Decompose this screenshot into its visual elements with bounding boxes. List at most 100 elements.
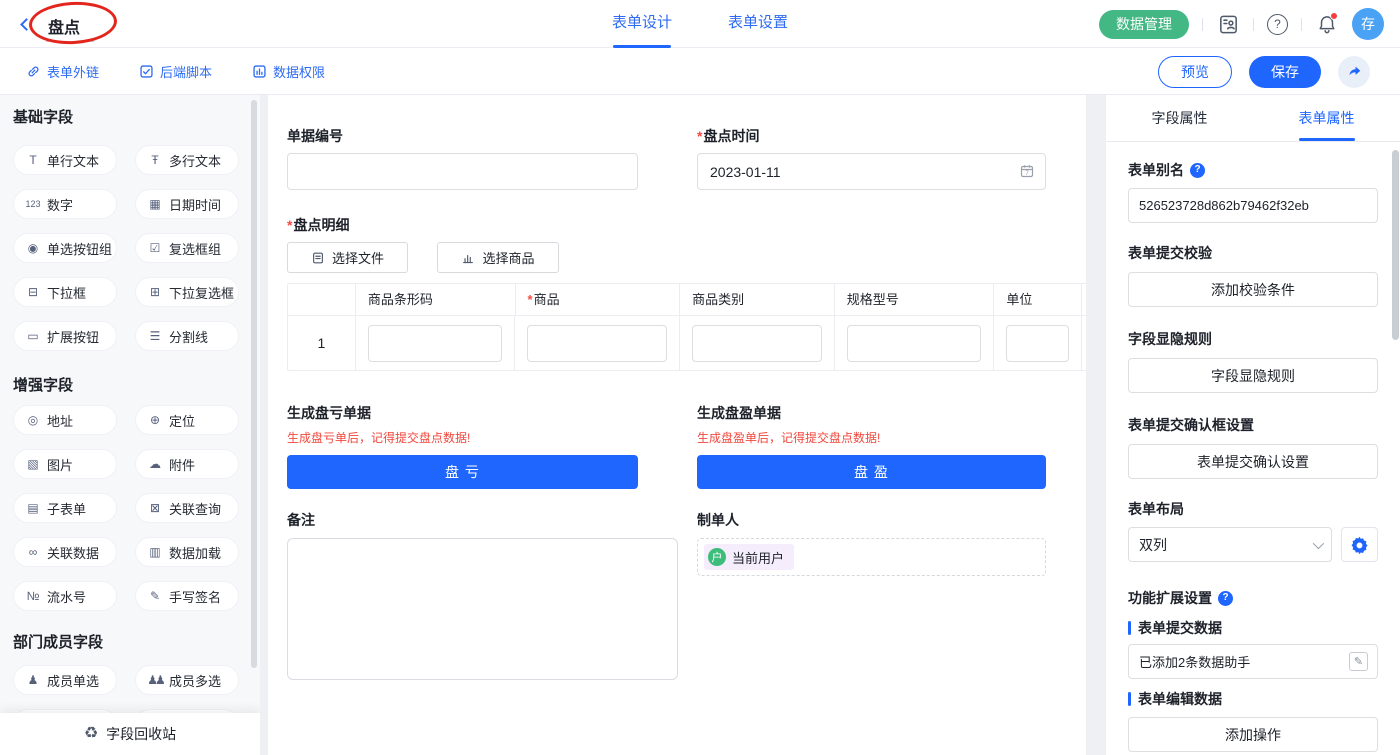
script-icon bbox=[139, 64, 154, 79]
section-accent-bar bbox=[1128, 621, 1131, 635]
data-load-icon: ▥ bbox=[147, 546, 163, 558]
field-doc-number[interactable]: 单据编号 bbox=[287, 126, 638, 190]
tab-form-design[interactable]: 表单设计 bbox=[612, 0, 672, 48]
data-permission-link[interactable]: 数据权限 bbox=[252, 62, 325, 81]
layout-settings-button[interactable] bbox=[1341, 527, 1378, 562]
tab-form-properties[interactable]: 表单属性 bbox=[1253, 95, 1400, 141]
field-sidebar: 基础字段 T单行文本 Ŧ多行文本 123数字 ▦日期时间 ◉单选按钮组 ☑复选框… bbox=[0, 95, 260, 755]
unit-input[interactable] bbox=[1006, 325, 1069, 362]
sidebar-scrollbar[interactable] bbox=[251, 100, 257, 668]
panel-scrollbar[interactable] bbox=[1392, 150, 1399, 340]
maker-label: 制单人 bbox=[697, 510, 1046, 530]
panel-body: 表单别名 表单提交校验 添加校验条件 字段显隐规则 字段显隐规则 表单提交确认框… bbox=[1106, 142, 1400, 752]
profit-button[interactable]: 盘 盈 bbox=[697, 455, 1046, 489]
current-user-tag: 户 当前用户 bbox=[704, 544, 794, 570]
loss-button[interactable]: 盘 亏 bbox=[287, 455, 638, 489]
edit-pencil-icon[interactable]: ✎ bbox=[1349, 652, 1368, 671]
row-number: 1 bbox=[288, 316, 356, 370]
form-external-link[interactable]: 表单外链 bbox=[26, 62, 99, 81]
data-manage-button[interactable]: 数据管理 bbox=[1099, 10, 1189, 39]
sidebar-item-lookup-query[interactable]: ⊠关联查询 bbox=[135, 493, 239, 523]
sidebar-item-select[interactable]: ⊟下拉框 bbox=[13, 277, 117, 307]
chevron-down-icon bbox=[1313, 537, 1324, 548]
profit-label: 生成盘盈单据 bbox=[697, 403, 1046, 423]
avatar[interactable]: 存 bbox=[1352, 8, 1384, 40]
sidebar-item-member-single[interactable]: ♟成员单选 bbox=[13, 665, 117, 695]
maker-value-box[interactable]: 户 当前用户 bbox=[697, 538, 1046, 576]
divider bbox=[1253, 18, 1254, 31]
notification-bell-icon[interactable] bbox=[1315, 12, 1339, 36]
add-validation-button[interactable]: 添加校验条件 bbox=[1128, 272, 1378, 307]
inventory-date-input[interactable] bbox=[697, 153, 1046, 190]
sidebar-item-radio-group[interactable]: ◉单选按钮组 bbox=[13, 233, 117, 263]
sidebar-item-multi-line-text[interactable]: Ŧ多行文本 bbox=[135, 145, 239, 175]
form-alias-input[interactable] bbox=[1128, 188, 1378, 223]
tab-form-settings[interactable]: 表单设置 bbox=[728, 0, 788, 48]
help-icon[interactable] bbox=[1218, 591, 1233, 606]
submit-data-box[interactable]: 已添加2条数据助手 ✎ bbox=[1128, 644, 1378, 679]
help-icon[interactable] bbox=[1267, 14, 1288, 35]
sidebar-item-attachment[interactable]: ☁附件 bbox=[135, 449, 239, 479]
field-recycle-bin[interactable]: ♻ 字段回收站 bbox=[0, 713, 260, 755]
form-alias-label: 表单别名 bbox=[1128, 160, 1378, 180]
help-icon[interactable] bbox=[1190, 163, 1205, 178]
calendar-icon: ▦ bbox=[147, 198, 163, 210]
sidebar-item-data-load[interactable]: ▥数据加载 bbox=[135, 537, 239, 567]
category-input[interactable] bbox=[692, 325, 822, 362]
radio-icon: ◉ bbox=[25, 242, 41, 254]
remark-textarea[interactable] bbox=[287, 538, 678, 680]
lookup-query-icon: ⊠ bbox=[147, 502, 163, 514]
col-header-product: *商品 bbox=[516, 284, 681, 315]
share-button[interactable] bbox=[1338, 56, 1370, 88]
sidebar-item-divider[interactable]: ☰分割线 bbox=[135, 321, 239, 351]
product-input[interactable] bbox=[527, 325, 667, 362]
properties-panel: 字段属性 表单属性 表单别名 表单提交校验 添加校验条件 字段显隐规则 字段显隐… bbox=[1106, 95, 1400, 755]
sidebar-item-checkbox-group[interactable]: ☑复选框组 bbox=[135, 233, 239, 263]
multi-line-text-icon: Ŧ bbox=[147, 154, 163, 166]
page-title: 盘点 bbox=[48, 14, 80, 38]
layout-select[interactable]: 双列 bbox=[1128, 527, 1332, 562]
doc-number-input[interactable] bbox=[287, 153, 638, 190]
col-header-unit: 单位 bbox=[994, 284, 1082, 315]
tab-field-properties[interactable]: 字段属性 bbox=[1106, 95, 1253, 141]
inventory-detail-label: *盘点明细 bbox=[287, 215, 349, 235]
field-visibility-button[interactable]: 字段显隐规则 bbox=[1128, 358, 1378, 393]
sidebar-item-member-multi[interactable]: ♟♟成员多选 bbox=[135, 665, 239, 695]
sidebar-item-number[interactable]: 123数字 bbox=[13, 189, 117, 219]
select-product-button[interactable]: 选择商品 bbox=[437, 242, 559, 273]
add-operation-button[interactable]: 添加操作 bbox=[1128, 717, 1378, 752]
title-dashed-underline bbox=[46, 41, 94, 42]
save-button[interactable]: 保存 bbox=[1249, 56, 1321, 88]
header: 盘点 表单设计 表单设置 数据管理 bbox=[0, 0, 1400, 48]
sidebar-item-serial-number[interactable]: №流水号 bbox=[13, 581, 117, 611]
toolbar: 表单外链 后端脚本 数据权限 bbox=[0, 48, 1400, 95]
back-icon[interactable] bbox=[20, 18, 33, 31]
toolbar-actions: 预览 保存 bbox=[1158, 48, 1370, 95]
sidebar-item-subform[interactable]: ▤子表单 bbox=[13, 493, 117, 523]
sidebar-item-image[interactable]: ▧图片 bbox=[13, 449, 117, 479]
sidebar-item-extend-button[interactable]: ▭扩展按钮 bbox=[13, 321, 117, 351]
handbook-icon[interactable] bbox=[1216, 12, 1240, 36]
sidebar-item-signature[interactable]: ✎手写签名 bbox=[135, 581, 239, 611]
field-inventory-date[interactable]: *盘点时间 7 bbox=[697, 126, 1046, 190]
edit-data-label: 表单编辑数据 bbox=[1128, 689, 1378, 709]
backend-script-link[interactable]: 后端脚本 bbox=[139, 62, 212, 81]
sidebar-item-single-line-text[interactable]: T单行文本 bbox=[13, 145, 117, 175]
sidebar-item-multi-select[interactable]: ⊞下拉复选框 bbox=[135, 277, 239, 307]
loss-label: 生成盘亏单据 bbox=[287, 403, 638, 423]
sidebar-item-datetime[interactable]: ▦日期时间 bbox=[135, 189, 239, 219]
preview-button[interactable]: 预览 bbox=[1158, 56, 1232, 88]
spec-input[interactable] bbox=[847, 325, 982, 362]
sidebar-item-address[interactable]: ◎地址 bbox=[13, 405, 117, 435]
select-file-button[interactable]: 选择文件 bbox=[287, 242, 408, 273]
submit-confirm-button[interactable]: 表单提交确认设置 bbox=[1128, 444, 1378, 479]
barcode-input[interactable] bbox=[368, 325, 503, 362]
basic-fields-grid: T单行文本 Ŧ多行文本 123数字 ▦日期时间 ◉单选按钮组 ☑复选框组 ⊟下拉… bbox=[0, 145, 260, 351]
divider bbox=[1202, 18, 1203, 31]
table-header-row: 商品条形码 *商品 商品类别 规格型号 单位 bbox=[288, 284, 1086, 316]
single-line-text-icon: T bbox=[25, 154, 41, 166]
header-actions: 数据管理 存 bbox=[1099, 0, 1384, 48]
svg-text:7: 7 bbox=[1025, 170, 1029, 177]
sidebar-item-location[interactable]: ⊕定位 bbox=[135, 405, 239, 435]
sidebar-item-linked-data[interactable]: ∞关联数据 bbox=[13, 537, 117, 567]
